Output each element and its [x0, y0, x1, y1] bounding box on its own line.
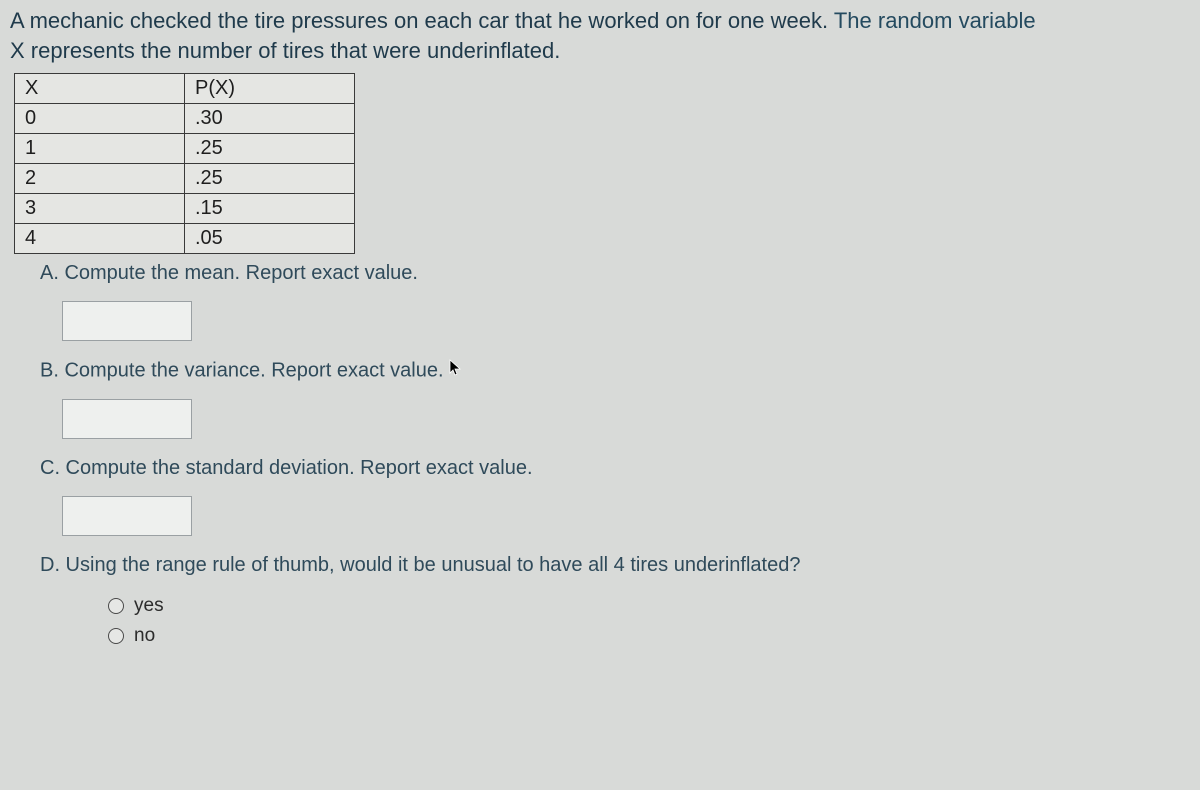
question-b: B. Compute the variance. Report exact va…: [40, 359, 1198, 439]
table-header-row: X P(X): [15, 74, 355, 104]
stddev-input[interactable]: [62, 496, 192, 536]
cell-x: 1: [15, 134, 185, 164]
problem-statement: A mechanic checked the tire pressures on…: [2, 6, 1198, 71]
distribution-table: X P(X) 0 .30 1 .25 2 .25 3 .15 4 .05: [14, 73, 355, 254]
problem-line1-part2: The random variable: [834, 8, 1036, 33]
question-d-label: D. Using the range rule of thumb, would …: [40, 554, 1198, 577]
question-page: A mechanic checked the tire pressures on…: [0, 0, 1200, 790]
radio-yes[interactable]: [108, 598, 124, 614]
cell-x: 3: [15, 194, 185, 224]
mean-input[interactable]: [62, 301, 192, 341]
question-c-label: C. Compute the standard deviation. Repor…: [40, 457, 1198, 480]
option-no[interactable]: no: [108, 625, 1198, 647]
table-row: 1 .25: [15, 134, 355, 164]
cell-px: .15: [185, 194, 355, 224]
cell-x: 4: [15, 224, 185, 254]
table-row: 3 .15: [15, 194, 355, 224]
cell-px: .25: [185, 164, 355, 194]
radio-no[interactable]: [108, 628, 124, 644]
cell-px: .25: [185, 134, 355, 164]
header-x: X: [15, 74, 185, 104]
question-d: D. Using the range rule of thumb, would …: [40, 554, 1198, 647]
cursor-icon: [449, 359, 463, 383]
table-row: 4 .05: [15, 224, 355, 254]
option-group: yes no: [108, 595, 1198, 647]
option-yes[interactable]: yes: [108, 595, 1198, 617]
question-a-label: A. Compute the mean. Report exact value.: [40, 262, 1198, 285]
cell-x: 2: [15, 164, 185, 194]
problem-line2: X represents the number of tires that we…: [10, 38, 560, 63]
question-b-text: B. Compute the variance. Report exact va…: [40, 360, 444, 382]
cell-px: .30: [185, 104, 355, 134]
cell-px: .05: [185, 224, 355, 254]
problem-line1-part1: A mechanic checked the tire pressures on…: [10, 8, 834, 33]
option-yes-label: yes: [134, 595, 164, 617]
question-a: A. Compute the mean. Report exact value.: [40, 262, 1198, 341]
table-row: 2 .25: [15, 164, 355, 194]
question-c: C. Compute the standard deviation. Repor…: [40, 457, 1198, 536]
table-row: 0 .30: [15, 104, 355, 134]
option-no-label: no: [134, 625, 155, 647]
header-px: P(X): [185, 74, 355, 104]
cell-x: 0: [15, 104, 185, 134]
variance-input[interactable]: [62, 399, 192, 439]
question-b-label: B. Compute the variance. Report exact va…: [40, 359, 1198, 383]
